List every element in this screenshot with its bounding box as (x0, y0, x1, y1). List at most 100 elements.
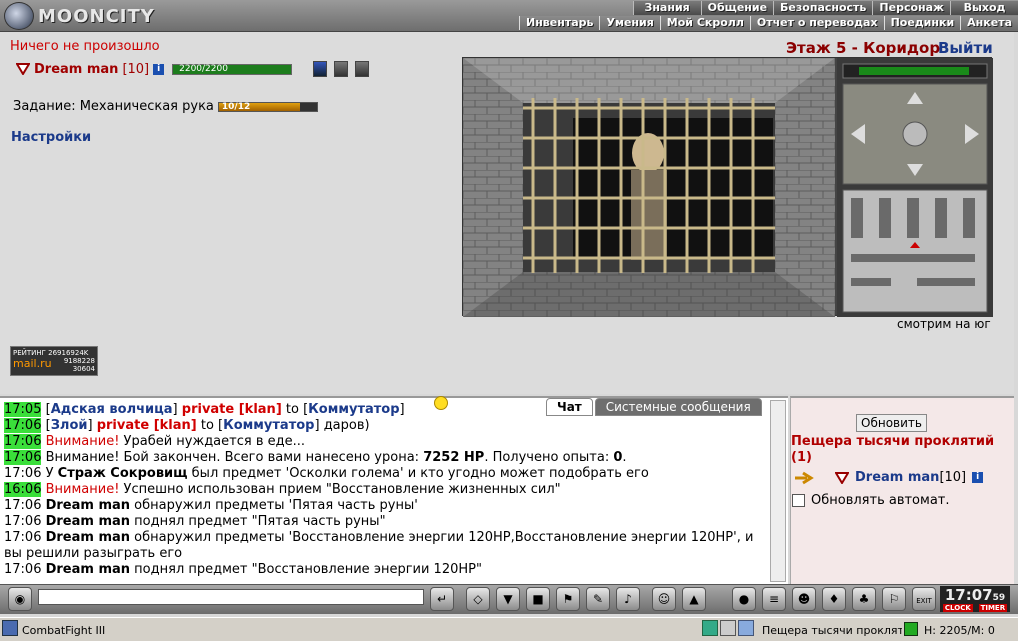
send-icon[interactable]: ↵ (430, 587, 454, 611)
eraser-icon[interactable]: ◇ (466, 587, 490, 611)
rating-count-1: 9188228 (63, 357, 95, 365)
taskbar-app-title[interactable]: CombatFight III (22, 624, 105, 637)
refresh-button[interactable]: Обновить (856, 414, 927, 432)
tray-icon-2[interactable] (720, 620, 736, 636)
chat-time[interactable]: 17:06 (4, 530, 41, 545)
chat-time[interactable]: 16:06 (4, 482, 42, 497)
nav-skills[interactable]: Умения (599, 16, 659, 30)
taskbar-hp: H: 2205/M: 0 (924, 624, 995, 637)
nav-exit[interactable]: Выход (950, 1, 1018, 15)
dungeon-view (462, 57, 993, 317)
nav-profile[interactable]: Анкета (960, 16, 1018, 30)
chat-line: 17:06 У Страж Сокровищ был предмет 'Оско… (4, 466, 774, 482)
status-message: Ничего не произошло (10, 39, 160, 54)
clock-button[interactable]: CLOCK (942, 604, 973, 612)
rating-label: РЕЙТИНГ 26916924K (13, 349, 89, 357)
chat-text: to [ (196, 418, 224, 433)
chat-text: Dream man (45, 514, 131, 529)
nav-knowledge[interactable]: Знания (632, 1, 701, 15)
tray-icons (702, 620, 758, 638)
mask-icon[interactable]: ☻ (792, 587, 816, 611)
potion-icon[interactable]: ♦ (822, 587, 846, 611)
attack-icon[interactable] (793, 471, 815, 485)
nav-character[interactable]: Персонаж (872, 1, 950, 15)
chat-time[interactable]: 17:06 (4, 466, 41, 481)
location-player-name[interactable]: Dream man (855, 470, 939, 485)
speaker-icon[interactable]: ◉ (8, 587, 32, 611)
app-logo[interactable]: MOONCITY (4, 2, 174, 30)
chat-time[interactable]: 17:06 (4, 514, 41, 529)
volume-icon[interactable]: ♪ (616, 587, 640, 611)
settings-link[interactable]: Настройки (11, 130, 91, 145)
player-level: [10] (122, 61, 150, 77)
exit-link[interactable]: Выйти (938, 39, 993, 57)
quest-progress-bar: 10/12 (217, 101, 318, 112)
chat-text: ] (399, 402, 405, 417)
chat-time[interactable]: 17:06 (4, 434, 42, 449)
chat-text: . (622, 450, 627, 465)
clock-widget[interactable]: 17:0759 CLOCK TIMER (940, 586, 1010, 612)
chat-user-link[interactable]: Коммутатор (308, 402, 399, 417)
bag-icon[interactable]: ● (732, 587, 756, 611)
chat-text: 7252 HP (423, 450, 485, 465)
chat-text: поднял предмет "Пятая часть руны" (130, 514, 386, 529)
helmet-icon[interactable]: ▲ (682, 587, 706, 611)
nav-security[interactable]: Безопасность (773, 1, 873, 15)
nav-transfers-report[interactable]: Отчет о переводах (749, 16, 884, 30)
chat-user-link[interactable]: Злой (51, 418, 88, 433)
nav-inventory[interactable]: Инвентарь (519, 16, 599, 30)
quest-progress-text: 10/12 (221, 101, 251, 112)
quest-label: Задание: Механическая рука (13, 99, 214, 114)
nav-my-scroll[interactable]: Мой Скролл (659, 16, 750, 30)
auto-refresh-checkbox[interactable] (792, 494, 805, 507)
chat-line: 17:06 Dream man поднял предмет "Пятая ча… (4, 514, 774, 530)
chat-line: 17:06 Внимание! Бой закончен. Всего вами… (4, 450, 774, 466)
info-icon[interactable]: i (153, 63, 165, 75)
nav-duels[interactable]: Поединки (883, 16, 961, 30)
floor-title: Этаж 5 - Коридор (786, 39, 941, 57)
group-icon[interactable]: ♣ (852, 587, 876, 611)
smile-icon[interactable]: ☺ (652, 587, 676, 611)
flag-icon[interactable]: ⚐ (882, 587, 906, 611)
auto-refresh-label: Обновлять автомат. (811, 493, 950, 508)
info-icon[interactable]: i (972, 472, 984, 483)
edit-icon[interactable]: ✎ (586, 587, 610, 611)
clock-time: 17:07 (944, 586, 993, 604)
filter-icon[interactable]: ▼ (496, 587, 520, 611)
reload-icon[interactable] (904, 622, 918, 636)
tray-icon-3[interactable] (738, 620, 754, 636)
chat-text: Внимание! (45, 434, 120, 449)
player-name[interactable]: Dream man (34, 62, 118, 77)
chat-text: Внимание! (45, 482, 120, 497)
facing-direction: смотрим на юг (897, 317, 991, 331)
scroll-icon[interactable]: ≡ (762, 587, 786, 611)
exit-door-icon[interactable]: EXIT (912, 587, 936, 611)
chat-input[interactable] (38, 589, 424, 605)
chat-line: 17:06 Dream man обнаружил предметы 'Пята… (4, 498, 774, 514)
chat-user-link[interactable]: Коммутатор (223, 418, 314, 433)
chat-user-link[interactable]: Адская волчица (51, 402, 173, 417)
rating-counter[interactable]: РЕЙТИНГ 26916924K mail.ru 9188228 30604 (10, 346, 98, 376)
auto-refresh-option[interactable]: Обновлять автомат. (792, 493, 950, 508)
app-icon[interactable] (2, 620, 18, 636)
chat-time[interactable]: 17:06 (4, 498, 41, 513)
chat-time[interactable]: 17:05 (4, 402, 42, 417)
hp-text: 2200/2200 (179, 63, 228, 74)
rank-icon[interactable] (313, 61, 328, 77)
chat-text: поднял предмет "Восстановление энергии 1… (130, 562, 482, 577)
chat-line: 17:06 [Злой] private [klan] to [Коммутат… (4, 418, 774, 434)
save-icon[interactable]: ■ (526, 587, 550, 611)
chat-line: 17:06 Dream man обнаружил предметы 'Восс… (4, 530, 774, 562)
shield-badge-icon[interactable] (334, 61, 349, 77)
armor-badge-icon[interactable] (355, 61, 370, 77)
chat-time[interactable]: 17:06 (4, 562, 41, 577)
taskbar-window-title[interactable]: Пещера тысячи проклятий (762, 624, 902, 637)
chat-scrollbar[interactable] (770, 400, 786, 582)
run-icon[interactable]: ⚑ (556, 587, 580, 611)
chat-time[interactable]: 17:06 (4, 450, 42, 465)
nav-communication[interactable]: Общение (700, 1, 774, 15)
timer-button[interactable]: TIMER (978, 604, 1008, 612)
refresh-view-icon[interactable] (902, 121, 928, 147)
tray-icon-1[interactable] (702, 620, 718, 636)
chat-time[interactable]: 17:06 (4, 418, 42, 433)
